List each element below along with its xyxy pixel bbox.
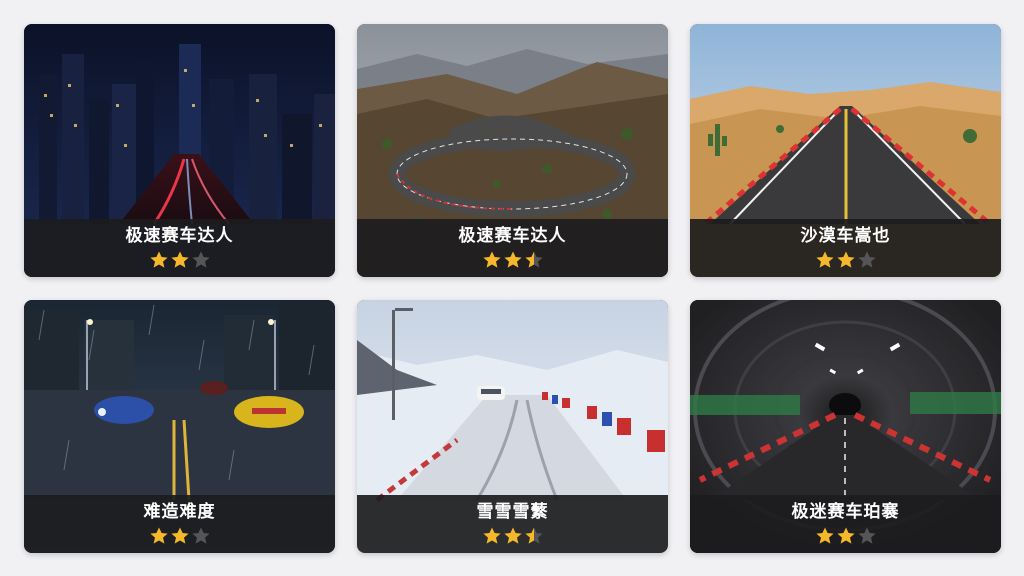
star-full-icon [836, 526, 856, 546]
level-title: 极速赛车达人 [458, 226, 567, 246]
star-rating [482, 526, 544, 546]
star-full-icon [170, 250, 190, 270]
level-label-bar: 雪雪雪蘩 [357, 495, 668, 553]
star-empty-icon [857, 250, 877, 270]
level-card[interactable]: 雪雪雪蘩 [357, 300, 668, 553]
level-card[interactable]: 沙漠车嵩也 [690, 24, 1001, 277]
star-full-icon [482, 250, 502, 270]
star-half-icon [524, 526, 544, 546]
level-card[interactable]: 极速赛车达人 [357, 24, 668, 277]
level-label-bar: 极速赛车达人 [357, 219, 668, 277]
star-full-icon [836, 250, 856, 270]
star-rating [149, 526, 211, 546]
star-half-icon [524, 250, 544, 270]
star-full-icon [815, 250, 835, 270]
star-rating [149, 250, 211, 270]
star-full-icon [815, 526, 835, 546]
star-empty-icon [191, 526, 211, 546]
level-label-bar: 沙漠车嵩也 [690, 219, 1001, 277]
level-title: 极迷赛车珀褰 [791, 502, 900, 522]
star-full-icon [503, 250, 523, 270]
star-full-icon [170, 526, 190, 546]
star-rating [815, 526, 877, 546]
level-title: 难造难度 [143, 502, 216, 522]
star-full-icon [149, 526, 169, 546]
level-label-bar: 极迷赛车珀褰 [690, 495, 1001, 553]
level-select-grid: 极速赛车达人 极速赛车达人 沙漠车嵩也 难造难度 雪雪雪蘩 极迷赛车珀褰 [0, 0, 1024, 576]
level-card[interactable]: 极速赛车达人 [24, 24, 335, 277]
star-full-icon [482, 526, 502, 546]
level-label-bar: 难造难度 [24, 495, 335, 553]
level-title: 沙漠车嵩也 [800, 226, 891, 246]
level-title: 雪雪雪蘩 [476, 502, 549, 522]
level-card[interactable]: 难造难度 [24, 300, 335, 553]
level-card[interactable]: 极迷赛车珀褰 [690, 300, 1001, 553]
star-rating [482, 250, 544, 270]
star-full-icon [149, 250, 169, 270]
level-label-bar: 极速赛车达人 [24, 219, 335, 277]
star-rating [815, 250, 877, 270]
star-full-icon [503, 526, 523, 546]
level-title: 极速赛车达人 [125, 226, 234, 246]
star-empty-icon [191, 250, 211, 270]
star-empty-icon [857, 526, 877, 546]
